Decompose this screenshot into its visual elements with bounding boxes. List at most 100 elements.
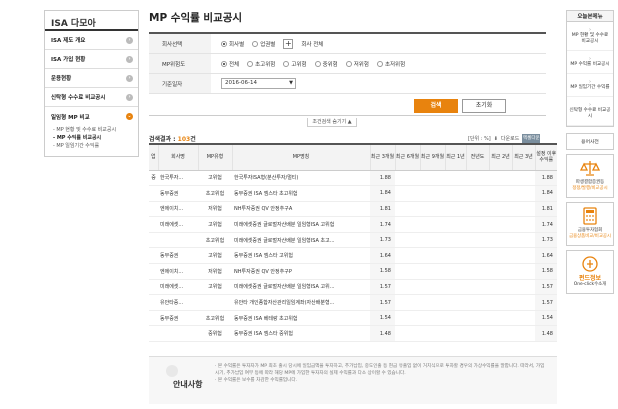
radio-dot — [376, 60, 383, 67]
radio-risk-mid[interactable]: 중위험 — [314, 60, 338, 68]
table-cell: 1.54 — [370, 310, 395, 327]
radio-risk-low[interactable]: 저위험 — [345, 60, 369, 68]
sidebar-subitem-mp-status[interactable]: - MP 현황 및 수수료 비교공시 — [53, 126, 132, 134]
column-header: 최근 3개월 — [370, 144, 396, 171]
table-cell: 1.73 — [370, 232, 395, 249]
mp-return-table: 업 회사명 MP유형 MP명칭 최근 3개월 최근 6개월 최근 9개월 최근 1년 전년도 최근… — [149, 143, 557, 343]
derivatives-banner[interactable]: 파생결합증권등 정정/발행/비교공시 — [566, 154, 614, 198]
table-row[interactable]: 미래에셋... 고위험 미래에셋증권 글로벌자산배분 일임형ISA 고위험 1.74 1… — [149, 216, 557, 233]
notice-title: 안내사항 — [173, 380, 203, 389]
chevron-down-icon: ⌄ — [126, 113, 133, 120]
table-cell — [466, 325, 489, 343]
table-cell: 1.57 — [535, 279, 557, 296]
fund-info-banner[interactable]: 펀드정보 One-click수소개 — [566, 250, 614, 294]
radio-company[interactable]: 회사별 — [221, 40, 244, 48]
add-company-button[interactable]: + — [283, 38, 294, 49]
radio-sector[interactable]: 업권별 — [252, 40, 275, 48]
chevron-right-icon: › — [126, 55, 133, 63]
table-cell — [512, 232, 535, 249]
sidebar-item-operation[interactable]: 운용현황 › — [45, 69, 138, 88]
table-cell — [512, 310, 535, 327]
table-cell — [158, 232, 198, 249]
table-cell — [445, 185, 466, 202]
table-cell — [512, 325, 535, 343]
table-row[interactable]: 중위험 동부증권 ISA 엠스타 중위험 1.48 1.48 — [149, 325, 557, 343]
glossary-link[interactable]: 용어사전 — [566, 133, 614, 150]
left-sidebar: ISA 다모아 ISA 제도 개요 › ISA 가입 현황 › 운용현황 › 신탁형 … — [44, 10, 139, 157]
table-cell: 1.84 — [370, 185, 395, 202]
reset-button[interactable]: 초기화 — [462, 99, 506, 113]
table-cell — [149, 247, 158, 265]
radio-risk-very-low[interactable]: 초저위험 — [376, 60, 405, 68]
collapse-filter-button[interactable]: 조건검색 숨기기 ▲ — [307, 118, 357, 127]
date-value: 2016-06-14 — [225, 80, 257, 86]
table-cell — [420, 325, 445, 343]
column-header: MP유형 — [198, 144, 233, 171]
table-cell — [445, 232, 466, 249]
table-row[interactable]: 미래에셋... 고위험 미래에셋증권 글로벌자산배분 일임형ISA 고위... 1.5… — [149, 279, 557, 296]
column-header: 업 — [149, 144, 159, 171]
radio-dot — [283, 60, 290, 67]
table-row[interactable]: 유안타증... 유안타 개인종합자산관리일임계좌(자산배분형... 1.57 1.57 — [149, 294, 557, 311]
sidebar-item-isa-status[interactable]: ISA 가입 현황 › — [45, 50, 138, 69]
table-row[interactable]: 엔에이치... 저위험 NH투자증권 QV 안정추구P 1.58 1.58 — [149, 263, 557, 280]
table-cell — [512, 201, 535, 218]
sidebar-subitem-mp-return[interactable]: - MP 수익률 비교공시 — [53, 134, 132, 142]
table-cell — [445, 216, 466, 233]
table-cell: 1.74 — [535, 216, 557, 233]
excel-download-button[interactable]: 엑셀다운로드 — [522, 134, 541, 150]
date-select[interactable]: 2016-06-14 ▼ — [221, 78, 296, 89]
recent-item[interactable]: › MP 수익률 비교공시 — [567, 51, 613, 74]
radio-dot — [221, 40, 227, 47]
recent-item[interactable]: › 신탁형 수수료 비교공시 — [567, 97, 613, 126]
table-cell — [445, 263, 466, 280]
filter-row-date: 기준일자 2016-06-14 ▼ — [149, 74, 546, 94]
table-row[interactable]: 초고위험 미래에셋증권 글로벌자산배분 일임형ISA 초고... 1.73 1.73 — [149, 232, 557, 249]
column-header: 회사명 — [158, 144, 199, 171]
radio-risk-all[interactable]: 전체 — [221, 60, 239, 68]
table-cell — [466, 279, 489, 296]
column-header: 전년도 — [466, 144, 490, 171]
recent-item[interactable]: › MP 현황 및 수수료 비교공시 — [567, 22, 613, 51]
sidebar-item-mp-compare[interactable]: 일임형 MP 비교 ⌄ — [45, 107, 138, 126]
table-cell — [149, 201, 158, 218]
sidebar-subitem-mp-period[interactable]: - MP 일임기간 수익률 — [53, 142, 132, 150]
table-cell — [512, 185, 535, 202]
result-number: 103 — [177, 136, 191, 143]
radio-dot — [221, 60, 227, 67]
sidebar-item-trust-fee[interactable]: 신탁형 수수료 비교공시 › — [45, 88, 138, 107]
table-row[interactable]: 동부증권 고위험 동부증권 ISA 엠스타 고위험 1.64 1.64 — [149, 247, 557, 265]
table-cell — [489, 325, 512, 343]
download-icon[interactable]: ⬇ — [494, 136, 498, 142]
radio-risk-very-high[interactable]: 초고위험 — [247, 60, 275, 68]
table-cell — [395, 232, 420, 249]
table-cell: 유안타증... — [158, 294, 198, 311]
table-cell: 1.84 — [535, 185, 557, 202]
table-row[interactable]: 동부증권 초고위험 동부증권 ISA 베테랑 초고위험 1.54 1.54 — [149, 310, 557, 327]
kofia-banner[interactable]: 금융투자협회 금융상품비교/비교공시 — [566, 202, 614, 246]
table-cell — [149, 263, 158, 280]
table-cell: 동부증권 — [158, 247, 198, 265]
table-row[interactable]: 엔에이치... 저위험 NH투자증권 QV 안정추구A 1.81 1.81 — [149, 201, 557, 218]
radio-risk-high[interactable]: 고위험 — [283, 60, 307, 68]
calculator-icon — [583, 207, 597, 225]
sidebar-item-isa-overview[interactable]: ISA 제도 개요 › — [45, 31, 138, 50]
table-row[interactable]: 증 한국투자... 고위험 한국투자ISA형(분산투자/멀티) 1.88 1.88 — [149, 170, 557, 187]
radio-label: 업권별 — [260, 41, 276, 48]
sidebar-item-label: 신탁형 수수료 비교공시 — [51, 95, 106, 101]
search-button[interactable]: 검색 — [414, 99, 458, 113]
table-cell: NH투자증권 QV 안정추구A — [232, 201, 370, 218]
download-link[interactable]: 다운로드 — [501, 135, 519, 142]
recent-item[interactable]: › MP 일임기간 수익률 — [567, 74, 613, 97]
sidebar-item-label: ISA 제도 개요 — [51, 38, 86, 44]
radio-dot — [247, 60, 254, 67]
table-cell: 고위험 — [198, 170, 232, 187]
table-row[interactable]: 동부증권 초고위험 동부증권 ISA 엠스타 초고위험 1.84 1.84 — [149, 185, 557, 202]
table-cell: 한국투자ISA형(분산투자/멀티) — [232, 170, 370, 187]
table-cell — [466, 170, 489, 187]
radio-label: 전체 — [229, 61, 240, 68]
column-header: 최근 2년 — [489, 144, 513, 171]
table-cell: 초고위험 — [198, 185, 232, 202]
notice-box: 안내사항 · 본 수익률은 투자자가 MP 최초 출시 당시에 일임금액을 투자… — [149, 356, 557, 404]
table-cell: 1.57 — [370, 294, 395, 311]
